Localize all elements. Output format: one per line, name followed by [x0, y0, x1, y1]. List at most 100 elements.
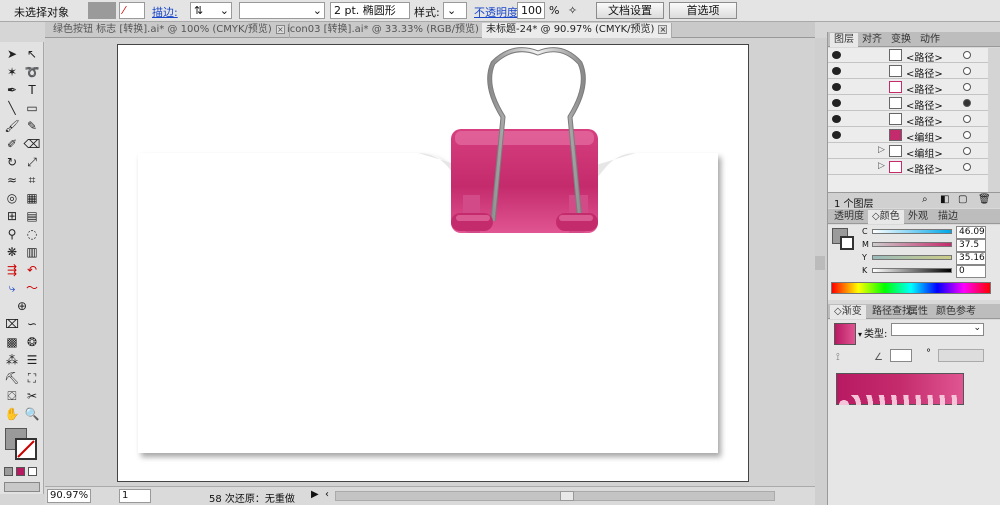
- warp-tool-icon[interactable]: ≈: [2, 172, 22, 189]
- close-icon[interactable]: ×: [658, 24, 668, 34]
- lasso-tool-icon[interactable]: ➰: [22, 64, 42, 81]
- stroke-swatch[interactable]: ⁄: [119, 2, 145, 19]
- opacity-link[interactable]: 不透明度:: [474, 4, 522, 20]
- tab-document-2[interactable]: icon03 [转换].ai* @ 33.33% (RGB/预览)×: [283, 23, 497, 38]
- target-icon[interactable]: [963, 51, 971, 59]
- envelope-tool-icon[interactable]: ∽: [22, 316, 42, 333]
- grid-tool-icon[interactable]: ▩: [2, 334, 22, 351]
- gradient-preview-swatch[interactable]: [834, 323, 856, 345]
- scroll-left-icon[interactable]: ‹: [325, 489, 329, 500]
- join-tool-icon[interactable]: ⤷: [2, 280, 22, 297]
- tab-color-guide[interactable]: 颜色参考: [932, 305, 980, 319]
- recolor-icon[interactable]: ✧: [568, 4, 577, 17]
- none-mode-icon[interactable]: [28, 467, 37, 476]
- angle-input[interactable]: [890, 349, 912, 362]
- target-icon[interactable]: [963, 83, 971, 91]
- yellow-slider[interactable]: [872, 255, 952, 260]
- blend-tool-icon[interactable]: ◌: [22, 226, 42, 243]
- cyan-slider[interactable]: [872, 229, 952, 234]
- fill-swatch[interactable]: [88, 2, 116, 19]
- stroke-weight-select[interactable]: ⇅ ⌄: [190, 2, 232, 19]
- artboard[interactable]: [117, 44, 749, 482]
- rectangle-tool-icon[interactable]: ▭: [22, 100, 42, 117]
- target-icon[interactable]: [963, 147, 971, 155]
- brush-select[interactable]: 2 pt. 椭圆形: [330, 2, 410, 19]
- line-tool-icon[interactable]: ╲: [2, 100, 22, 117]
- tab-actions[interactable]: 动作: [916, 33, 944, 47]
- magic-wand-tool-icon[interactable]: ✶: [2, 64, 22, 81]
- new-layer-icon[interactable]: ▢: [958, 194, 967, 205]
- twirl-tool-icon[interactable]: ❂: [22, 334, 42, 351]
- expand-triangle-icon[interactable]: ▷: [878, 145, 885, 155]
- crop-tool-icon[interactable]: ⛋: [2, 388, 22, 405]
- live-paint-tool-icon[interactable]: ⛏: [2, 370, 22, 387]
- gradient-mode-icon[interactable]: [16, 467, 25, 476]
- blob-brush-tool-icon[interactable]: ✐: [2, 136, 22, 153]
- layer-row[interactable]: <路径>: [828, 112, 988, 128]
- tab-document-3[interactable]: 未标题-24* @ 90.97% (CMYK/预览) ×: [482, 23, 673, 38]
- gradient-type-select[interactable]: ⌄: [891, 323, 984, 336]
- layer-row[interactable]: <路径>: [828, 96, 988, 112]
- chevron-down-icon[interactable]: ▾: [858, 330, 862, 339]
- stroke-color-swatch[interactable]: [840, 236, 854, 250]
- tab-appearance[interactable]: 外观: [904, 210, 932, 224]
- magenta-slider[interactable]: [872, 242, 952, 247]
- mesh-tool-icon[interactable]: ⊞: [2, 208, 22, 225]
- free-transform-tool-icon[interactable]: ⌗: [22, 172, 42, 189]
- horizontal-scroll-thumb[interactable]: [560, 491, 574, 501]
- symbol-sprayer-tool-icon[interactable]: ❋: [2, 244, 22, 261]
- target-icon[interactable]: [963, 131, 971, 139]
- trash-icon[interactable]: 🗑: [978, 194, 991, 205]
- rotate-tool-icon[interactable]: ↻: [2, 154, 22, 171]
- pen-tool-icon[interactable]: ✒: [2, 82, 22, 99]
- stroke-gradient-icon[interactable]: ⟟: [836, 352, 840, 363]
- aspect-ratio-input[interactable]: [938, 349, 984, 362]
- gradient-tool-icon[interactable]: ▤: [22, 208, 42, 225]
- slice-tool-icon[interactable]: ⌧: [2, 316, 22, 333]
- pencil-tool-icon[interactable]: ✎: [22, 118, 42, 135]
- layer-row[interactable]: <路径>: [828, 64, 988, 80]
- target-icon[interactable]: [963, 163, 971, 171]
- document-setup-button[interactable]: 文档设置: [596, 2, 664, 19]
- eye-icon[interactable]: [832, 67, 841, 75]
- type-tool-icon[interactable]: T: [22, 82, 42, 99]
- column-graph-tool-icon[interactable]: ▥: [22, 244, 42, 261]
- perspective-grid-tool-icon[interactable]: ▦: [22, 190, 42, 207]
- color-spectrum[interactable]: [831, 282, 991, 294]
- eyedropper-tool-icon[interactable]: ⚲: [2, 226, 22, 243]
- layer-row[interactable]: <路径>: [828, 80, 988, 96]
- paintbrush-tool-icon[interactable]: 🖌: [2, 118, 22, 135]
- black-slider[interactable]: [872, 268, 952, 273]
- magenta-value[interactable]: 37.5: [956, 239, 986, 252]
- layer-row[interactable]: ▷ <路径>: [828, 160, 988, 176]
- artboard-number-field[interactable]: 1: [119, 489, 151, 503]
- target-icon[interactable]: [963, 115, 971, 123]
- hand-tool-icon[interactable]: ✋: [2, 406, 22, 423]
- horizontal-scrollbar[interactable]: [335, 491, 775, 501]
- black-value[interactable]: 0: [956, 265, 986, 278]
- eye-icon[interactable]: [832, 131, 841, 139]
- stroke-link[interactable]: 描边:: [152, 4, 178, 20]
- layer-row[interactable]: <编组>: [828, 128, 988, 144]
- width-tool-icon[interactable]: ⇶: [2, 262, 22, 279]
- zoom-field[interactable]: 90.97%: [47, 489, 91, 503]
- shape-builder-tool-icon[interactable]: ◎: [2, 190, 22, 207]
- cyan-value[interactable]: 46.09: [956, 226, 986, 239]
- layer-row[interactable]: <路径>: [828, 48, 988, 64]
- tab-transparency[interactable]: 透明度: [830, 210, 868, 224]
- opacity-input[interactable]: 100: [517, 2, 545, 19]
- eraser-tool-icon[interactable]: ⌫: [22, 136, 42, 153]
- direct-selection-tool-icon[interactable]: ↖: [22, 46, 42, 63]
- shaper-tool-icon[interactable]: 〜: [22, 280, 42, 297]
- tab-stroke[interactable]: 描边: [934, 210, 962, 224]
- stroke-color-swatch[interactable]: [15, 438, 37, 460]
- tab-color[interactable]: ◇颜色: [868, 210, 904, 224]
- locate-object-icon[interactable]: ⌕: [922, 194, 928, 205]
- tab-layers[interactable]: 图层: [830, 33, 858, 47]
- eye-icon[interactable]: [832, 99, 841, 107]
- eye-icon[interactable]: [832, 83, 841, 91]
- tab-document-1[interactable]: 绿色按钮 标志 [转换].ai* @ 100% (CMYK/预览) ×: [49, 23, 290, 38]
- align-tool-icon[interactable]: ☰: [22, 352, 42, 369]
- variable-width-select[interactable]: ⌄: [239, 2, 325, 19]
- artboard-tool-icon[interactable]: ⊕: [12, 298, 32, 315]
